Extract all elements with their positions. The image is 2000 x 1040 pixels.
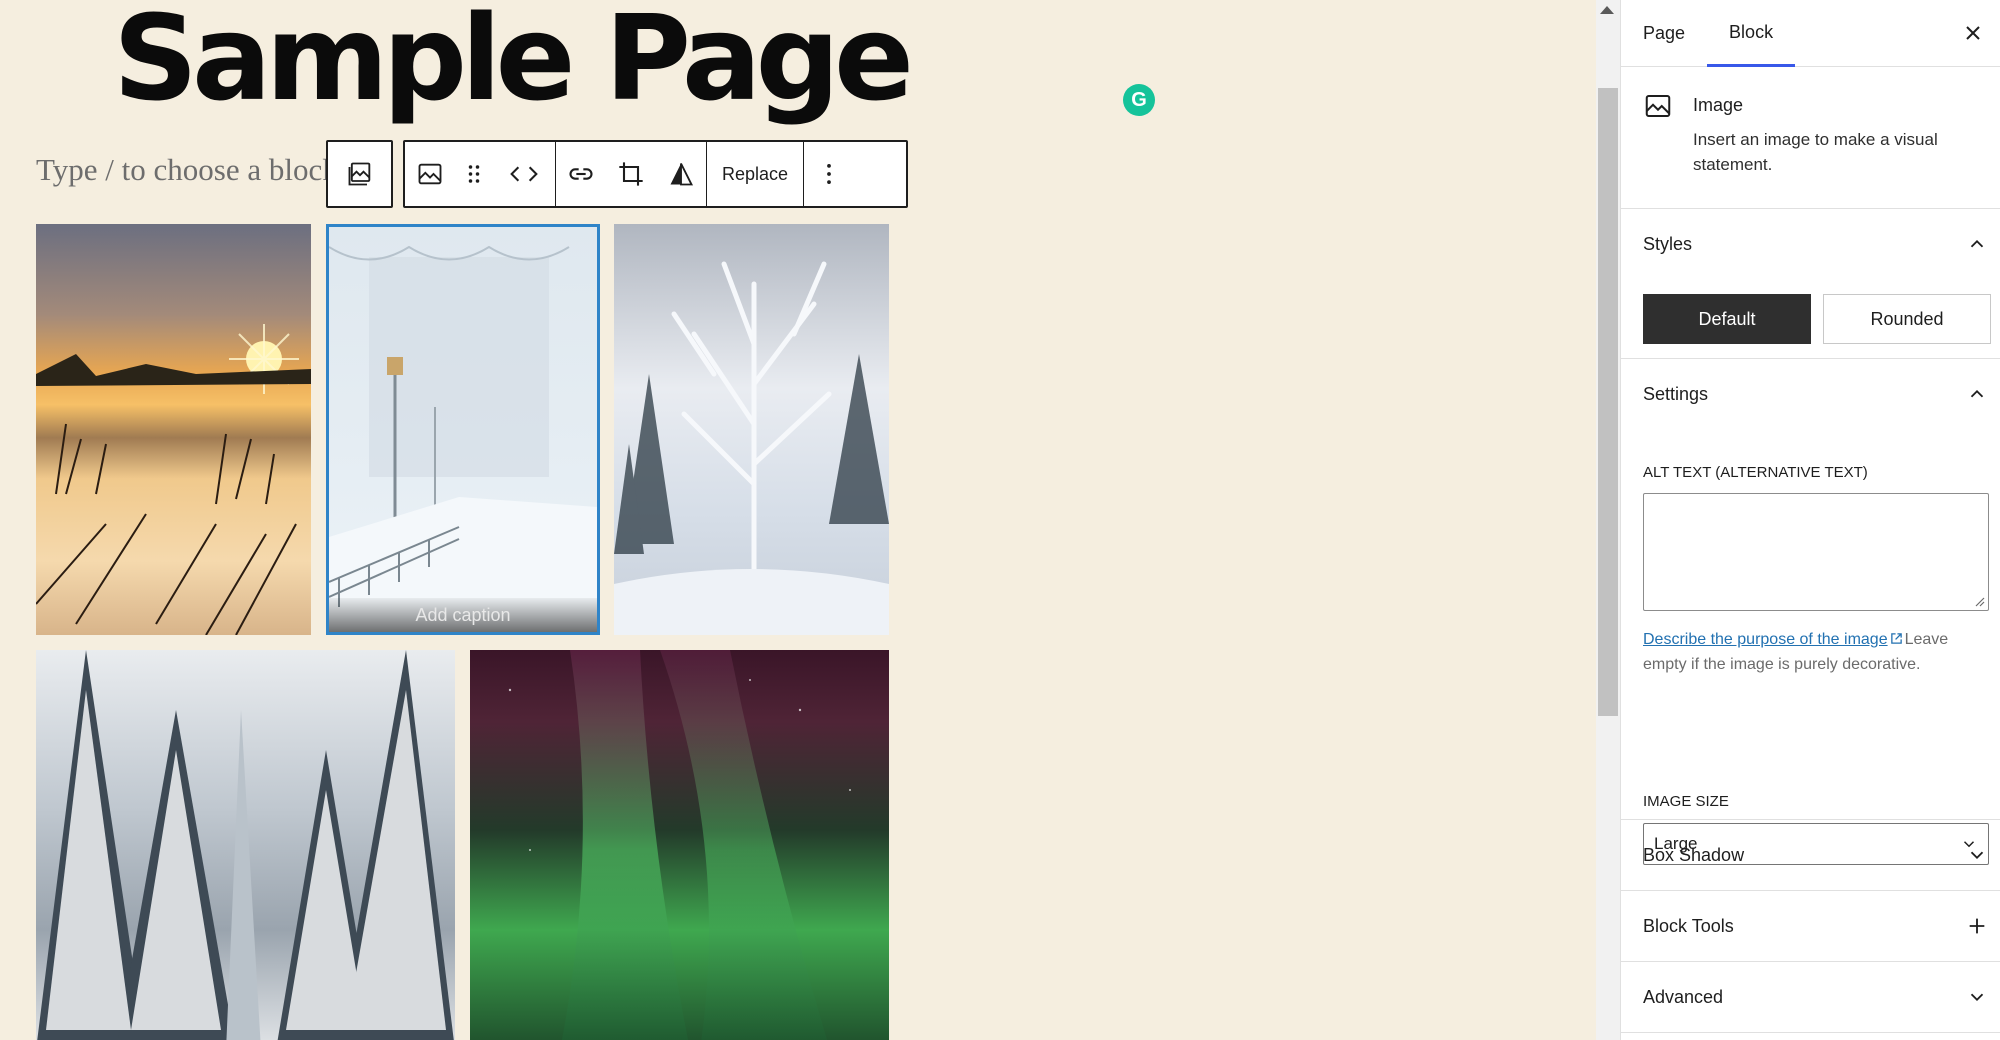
crop-icon: [619, 162, 643, 186]
advanced-panel-title: Advanced: [1643, 986, 1724, 1007]
toolbar-block-controls: [405, 142, 556, 206]
toolbar-image-tools: [556, 142, 707, 206]
chevron-down-icon: [1970, 993, 1984, 1002]
plus-icon: [1969, 918, 1985, 934]
block-card-description: Insert an image to make a visual stateme…: [1693, 130, 1938, 174]
styles-panel-toggle[interactable]: Styles: [1621, 209, 2000, 279]
external-link-icon: [1890, 633, 1902, 644]
move-buttons[interactable]: [493, 142, 555, 206]
gallery-image-snowy-street[interactable]: Add caption: [326, 224, 600, 635]
box-shadow-panel-title: Box Shadow: [1643, 844, 1745, 865]
snowy-street-image: [329, 245, 597, 632]
caption-bar[interactable]: Add caption: [329, 598, 597, 632]
gallery-image-aurora[interactable]: [470, 650, 889, 1040]
page-title[interactable]: Sample Page: [113, 0, 914, 128]
gallery-image-frosted-tree[interactable]: [614, 224, 889, 635]
box-shadow-panel-toggle[interactable]: Box Shadow: [1621, 820, 2000, 890]
scroll-up-arrow-icon[interactable]: [1600, 6, 1614, 14]
move-left-right-icon: [510, 166, 538, 182]
tab-block[interactable]: Block: [1707, 0, 1796, 67]
close-icon: [1966, 26, 1980, 40]
alt-text-label: ALT TEXT (ALTERNATIVE TEXT): [1643, 464, 1868, 481]
styles-panel: Styles Default Rounded: [1621, 209, 2000, 359]
alt-text-help: Describe the purpose of the image Leave e…: [1643, 627, 1989, 677]
crop-button[interactable]: [606, 142, 656, 206]
toolbar-options: [804, 142, 854, 206]
gallery-image-snowy-forest[interactable]: [36, 650, 455, 1040]
scroll-thumb[interactable]: [1598, 88, 1618, 716]
editor-canvas[interactable]: Sample Page G Type / to choose a block R…: [0, 0, 1596, 1040]
drag-icon: [468, 165, 480, 183]
block-tools-panel-toggle[interactable]: Block Tools: [1621, 891, 2000, 961]
image-size-label: IMAGE SIZE: [1643, 793, 1729, 810]
block-card-title: Image: [1693, 95, 1744, 115]
drag-handle[interactable]: [455, 142, 493, 206]
select-parent-block-button[interactable]: [326, 140, 393, 208]
options-button[interactable]: [804, 142, 854, 206]
style-rounded-button[interactable]: Rounded: [1823, 294, 1991, 344]
settings-panel-toggle[interactable]: Settings: [1621, 359, 2000, 429]
link-button[interactable]: [556, 142, 606, 206]
image-icon: [1645, 95, 1671, 117]
block-tools-panel-title: Block Tools: [1643, 915, 1734, 936]
caption-placeholder[interactable]: Add caption: [415, 605, 510, 626]
settings-sidebar: Page Block Image Insert an image to make…: [1620, 0, 2000, 1040]
chevron-up-icon: [1970, 389, 1984, 398]
toolbar-replace: Replace: [707, 142, 804, 206]
alt-text-help-link[interactable]: Describe the purpose of the image: [1643, 631, 1888, 648]
sunset-snow-image: [36, 324, 311, 635]
chevron-up-icon: [1970, 239, 1984, 248]
settings-panel-title: Settings: [1643, 383, 1709, 404]
replace-button[interactable]: Replace: [707, 142, 803, 206]
block-placeholder[interactable]: Type / to choose a block: [36, 152, 338, 188]
block-tools-panel: Block Tools: [1621, 891, 2000, 962]
box-shadow-panel: Box Shadow: [1621, 820, 2000, 891]
frosted-tree-image: [614, 261, 889, 635]
block-type-button[interactable]: [405, 142, 455, 206]
resize-handle-icon[interactable]: [1973, 595, 1985, 607]
grammarly-icon[interactable]: G: [1123, 84, 1155, 116]
style-default-button[interactable]: Default: [1643, 294, 1811, 344]
sidebar-tabs: Page Block: [1621, 0, 2000, 67]
tab-page[interactable]: Page: [1621, 0, 1707, 67]
advanced-panel-toggle[interactable]: Advanced: [1621, 962, 2000, 1032]
aurora-image: [508, 650, 851, 1040]
link-icon: [569, 168, 593, 180]
advanced-panel: Advanced: [1621, 962, 2000, 1033]
close-sidebar-button[interactable]: [1958, 18, 1988, 48]
block-card: Image Insert an image to make a visual s…: [1621, 67, 2000, 209]
snowy-forest-image: [37, 650, 454, 1040]
style-options: Default Rounded: [1643, 294, 1991, 344]
gallery-icon: [348, 162, 370, 186]
gallery-image-sunset[interactable]: [36, 224, 311, 635]
more-vertical-icon: [827, 163, 831, 185]
image-icon: [418, 163, 442, 185]
block-toolbar: Replace: [403, 140, 908, 208]
alt-text-field[interactable]: [1643, 493, 1989, 611]
duotone-icon: [670, 163, 694, 186]
settings-panel: Settings ALT TEXT (ALTERNATIVE TEXT) Des…: [1621, 359, 2000, 865]
styles-panel-title: Styles: [1643, 233, 1693, 254]
duotone-button[interactable]: [656, 142, 706, 206]
canvas-scrollbar[interactable]: [1596, 0, 1620, 1040]
chevron-down-icon: [1970, 851, 1984, 860]
